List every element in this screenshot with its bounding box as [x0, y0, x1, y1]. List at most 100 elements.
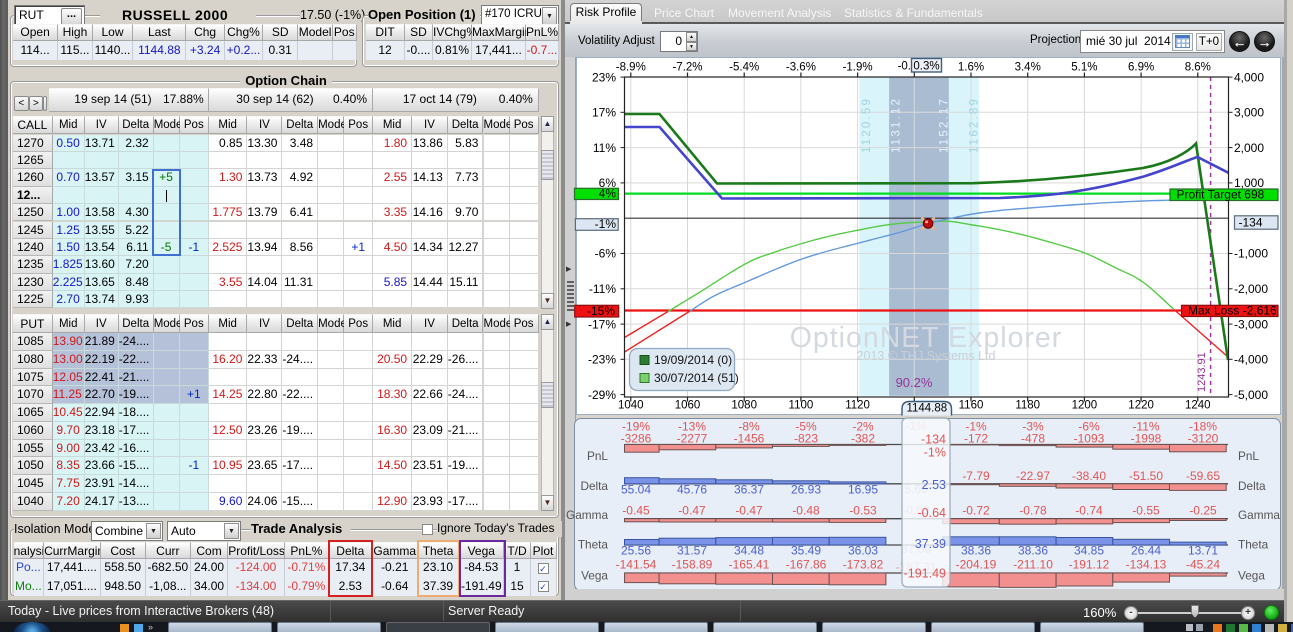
svg-text:8.6%: 8.6% [1185, 62, 1211, 74]
svg-text:3,000: 3,000 [1234, 106, 1264, 120]
svg-text:-3.6%: -3.6% [786, 62, 816, 74]
svg-text:11%: 11% [593, 141, 616, 155]
svg-text:17%: 17% [592, 106, 616, 120]
svg-text:-1456: -1456 [734, 432, 765, 446]
svg-text:-0.45: -0.45 [622, 504, 650, 518]
svg-text:36.03: 36.03 [848, 544, 878, 558]
svg-text:Vega: Vega [581, 569, 608, 583]
svg-text:2.53: 2.53 [922, 478, 946, 492]
svg-text:23%: 23% [592, 70, 616, 84]
svg-text:-0.: -0. [898, 61, 911, 73]
svg-text:Theta: Theta [1238, 538, 1269, 552]
svg-text:-204.19: -204.19 [956, 558, 997, 572]
svg-text:-4,000: -4,000 [1234, 353, 1268, 367]
svg-text:-172: -172 [964, 432, 988, 446]
svg-text:-7.79: -7.79 [962, 469, 990, 483]
svg-text:-165.41: -165.41 [729, 558, 770, 572]
svg-text:-15%: -15% [587, 304, 615, 318]
svg-text:-59.65: -59.65 [1186, 469, 1220, 483]
svg-text:0.3%: 0.3% [913, 61, 939, 73]
svg-text:-29%: -29% [588, 388, 616, 402]
svg-text:-823: -823 [794, 432, 818, 446]
svg-text:PnL: PnL [1238, 449, 1259, 463]
svg-text:45.76: 45.76 [677, 483, 707, 497]
svg-text:38.36: 38.36 [1018, 544, 1048, 558]
svg-text:19/09/2014 (0): 19/09/2014 (0) [654, 353, 732, 367]
svg-text:-3120: -3120 [1188, 432, 1219, 446]
svg-text:-141.54: -141.54 [616, 558, 657, 572]
svg-text:-0.53: -0.53 [849, 504, 877, 518]
svg-text:-8.9%: -8.9% [616, 62, 646, 74]
svg-text:-382: -382 [851, 432, 875, 446]
svg-text:-191.49: -191.49 [904, 567, 946, 581]
svg-text:-0.47: -0.47 [678, 504, 706, 518]
svg-text:3.4%: 3.4% [1015, 62, 1041, 74]
svg-text:1144.88: 1144.88 [906, 403, 947, 415]
svg-text:-0.64: -0.64 [918, 506, 947, 520]
svg-text:2,000: 2,000 [1234, 141, 1264, 155]
svg-text:1.6%: 1.6% [958, 62, 984, 74]
svg-text:35.49: 35.49 [791, 544, 821, 558]
svg-text:-2,000: -2,000 [1234, 282, 1268, 296]
svg-text:25.56: 25.56 [621, 544, 651, 558]
svg-text:-38.40: -38.40 [1072, 469, 1106, 483]
svg-text:-5.4%: -5.4% [729, 62, 759, 74]
svg-text:-211.10: -211.10 [1013, 558, 1053, 572]
svg-text:-6%: -6% [595, 247, 617, 261]
svg-text:-0.74: -0.74 [1075, 504, 1103, 518]
svg-text:13.71: 13.71 [1188, 544, 1218, 558]
svg-text:-17%: -17% [588, 317, 616, 331]
svg-text:-0.72: -0.72 [962, 504, 990, 518]
svg-text:Delta: Delta [1238, 479, 1266, 493]
svg-text:-5,000: -5,000 [1234, 388, 1268, 402]
svg-text:34.48: 34.48 [734, 544, 764, 558]
svg-text:Profit Target 698: Profit Target 698 [1177, 188, 1265, 202]
svg-text:34.85: 34.85 [1074, 544, 1104, 558]
svg-text:-22.97: -22.97 [1016, 469, 1050, 483]
svg-text:-1%: -1% [595, 217, 617, 231]
svg-text:-51.50: -51.50 [1129, 469, 1163, 483]
svg-text:2013 © THJ Systems Ltd: 2013 © THJ Systems Ltd [857, 349, 996, 363]
svg-text:26.44: 26.44 [1131, 544, 1161, 558]
svg-text:-191.12: -191.12 [1069, 558, 1110, 572]
svg-text:-1998: -1998 [1131, 432, 1162, 446]
svg-text:-173.82: -173.82 [843, 558, 884, 572]
svg-text:-0.25: -0.25 [1189, 504, 1217, 518]
svg-text:-478: -478 [1021, 432, 1045, 446]
svg-text:1152.17: 1152.17 [938, 97, 950, 153]
svg-text:Theta: Theta [578, 538, 609, 552]
svg-text:-45.24: -45.24 [1186, 558, 1220, 572]
svg-text:-0.47: -0.47 [735, 504, 763, 518]
svg-text:Max Loss -2,616: Max Loss -2,616 [1188, 303, 1277, 317]
svg-text:6.9%: 6.9% [1128, 62, 1154, 74]
svg-text:-23%: -23% [588, 353, 616, 367]
svg-text:55.04: 55.04 [621, 483, 651, 497]
svg-text:Delta: Delta [580, 479, 608, 493]
svg-text:36.37: 36.37 [734, 483, 764, 497]
svg-text:1131.12: 1131.12 [891, 97, 903, 153]
svg-text:-2277: -2277 [677, 432, 708, 446]
svg-text:Gamma: Gamma [566, 508, 608, 522]
svg-text:-167.86: -167.86 [786, 558, 827, 572]
svg-text:-1%: -1% [924, 446, 946, 460]
svg-text:-11%: -11% [589, 282, 616, 296]
svg-text:-0.55: -0.55 [1132, 504, 1160, 518]
svg-text:26.93: 26.93 [791, 483, 821, 497]
svg-text:Vega: Vega [1238, 569, 1265, 583]
svg-text:90.2%: 90.2% [896, 375, 933, 390]
svg-text:-1093: -1093 [1074, 432, 1105, 446]
svg-text:-3,000: -3,000 [1234, 317, 1268, 331]
svg-text:-0.78: -0.78 [1019, 504, 1047, 518]
svg-text:1243.91: 1243.91 [1196, 352, 1208, 392]
svg-text:-1,000: -1,000 [1234, 247, 1268, 261]
svg-text:1162.89: 1162.89 [969, 97, 981, 153]
svg-text:PnL: PnL [587, 449, 608, 463]
svg-text:-158.89: -158.89 [672, 558, 713, 572]
svg-text:5.1%: 5.1% [1071, 62, 1097, 74]
svg-text:-7.2%: -7.2% [672, 62, 702, 74]
svg-text:-134: -134 [1239, 215, 1263, 229]
svg-text:38.36: 38.36 [961, 544, 991, 558]
svg-text:31.57: 31.57 [677, 544, 707, 558]
svg-text:Gamma: Gamma [1238, 508, 1280, 522]
svg-text:37.39: 37.39 [915, 537, 946, 551]
